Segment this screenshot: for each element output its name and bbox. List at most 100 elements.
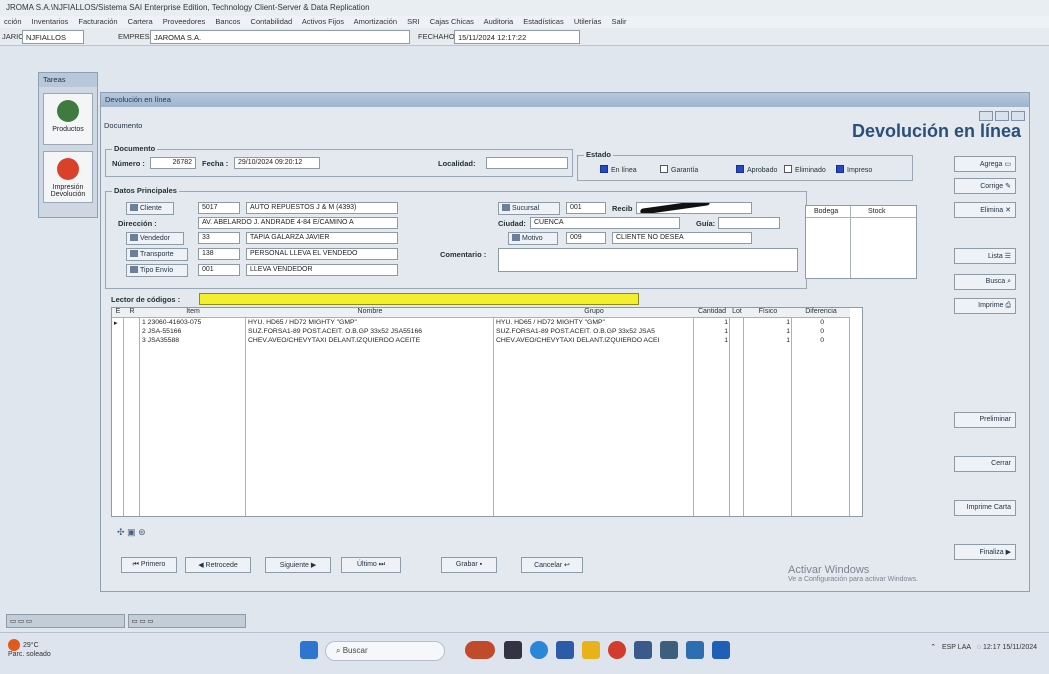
header-nombre[interactable]: Nombre [246, 308, 494, 318]
products-button[interactable]: Productos [43, 93, 93, 145]
header-e[interactable]: E [112, 308, 124, 318]
menu-item[interactable]: Contabilidad [251, 17, 293, 26]
menu-item[interactable]: Amortización [354, 17, 397, 26]
edit-row-icon[interactable]: ▣ [127, 527, 136, 537]
transporte-button[interactable]: Transporte [126, 248, 188, 261]
minimized-window[interactable]: ▭ ▭ ▭ [127, 614, 246, 628]
first-button[interactable]: ⏮ Primero [121, 557, 177, 573]
menu-item[interactable]: Auditoria [484, 17, 514, 26]
table-row-nombre[interactable]: SUZ.FORSA1-89 POST.ACEIT. O.B.GP 33x52 J… [248, 328, 492, 337]
last-button[interactable]: Último ⏭ [341, 557, 401, 573]
imprime-button[interactable]: Imprime ⎙ [954, 298, 1016, 314]
header-diferencia[interactable]: Diferencia [792, 308, 850, 318]
table-row-item[interactable]: 1 23060-41603-075 [142, 319, 246, 328]
system-tray[interactable]: ⌃ ESP LAA ◌ 12:17 15/11/2024 [930, 643, 1037, 651]
child-close-icon[interactable] [1011, 111, 1025, 121]
imprime-carta-button[interactable]: Imprime Carta [954, 500, 1016, 516]
motivo-code-field[interactable]: 009 [566, 232, 606, 244]
folder-icon[interactable] [582, 641, 600, 659]
menu-item[interactable]: Inventarios [32, 17, 69, 26]
busca-button[interactable]: Busca ⌕ [954, 274, 1016, 290]
header-item[interactable]: Item [140, 308, 246, 318]
tipo-envio-code-field[interactable]: 001 [198, 264, 240, 276]
store-icon[interactable] [556, 641, 574, 659]
app-icon[interactable] [634, 641, 652, 659]
tipo-envio-button[interactable]: Tipo Envío [126, 264, 188, 277]
menu-item[interactable]: Proveedores [163, 17, 206, 26]
child-restore-icon[interactable] [995, 111, 1009, 121]
table-row-item[interactable]: 3 JSA35588 [142, 337, 246, 346]
app-icon[interactable] [686, 641, 704, 659]
table-row-nombre[interactable]: CHEV.AVEO/CHEVYTAXI DELANT.IZQUIERDO ACE… [248, 337, 492, 346]
corrige-button[interactable]: Corrige ✎ [954, 178, 1016, 194]
taskbar-search[interactable]: ⌕ Buscar [325, 641, 445, 661]
menu-item[interactable]: SRI [407, 17, 420, 26]
elimina-button[interactable]: Elimina ✕ [954, 202, 1016, 218]
menu-item[interactable]: Estadísticas [523, 17, 563, 26]
add-row-icon[interactable]: ✣ [117, 527, 125, 537]
table-row-grupo[interactable]: CHEV.AVEO/CHEVYTAXI DELANT.IZQUIERDO ACE… [496, 337, 692, 346]
menu-item[interactable]: Salir [611, 17, 626, 26]
table-row-grupo[interactable]: SUZ.FORSA1-89 POST.ACEIT. O.B.GP 33x52 J… [496, 328, 692, 337]
menu-item[interactable]: Facturación [78, 17, 117, 26]
header-cantidad[interactable]: Cantidad [694, 308, 730, 318]
table-row-cantidad[interactable]: 1 [696, 337, 728, 346]
sucursal-button[interactable]: Sucursal [498, 202, 560, 215]
motivo-button[interactable]: Motivo [508, 232, 558, 245]
direccion-field[interactable]: AV. ABELARDO J. ANDRADE 4-84 E/CAMINO A [198, 217, 398, 229]
table-row-diferencia[interactable]: 0 [794, 328, 824, 337]
table-row-grupo[interactable]: HYU. HD65 / HD72 MIGHTY "GMP" [496, 319, 692, 328]
menu-item[interactable]: Cajas Chicas [430, 17, 474, 26]
chrome-icon[interactable] [608, 641, 626, 659]
cliente-button[interactable]: Cliente [126, 202, 174, 215]
edge-icon[interactable] [530, 641, 548, 659]
delete-row-icon[interactable]: ⊛ [138, 527, 146, 537]
garantia-checkbox[interactable]: Garantía [660, 165, 698, 174]
preliminar-button[interactable]: Preliminar [954, 412, 1016, 428]
eliminado-checkbox[interactable]: Eliminado [784, 165, 826, 174]
widget-icon[interactable] [465, 641, 495, 659]
recibe-field[interactable] [636, 202, 752, 214]
header-r[interactable]: R [124, 308, 140, 318]
cerrar-button[interactable]: Cerrar [954, 456, 1016, 472]
transporte-code-field[interactable]: 138 [198, 248, 240, 260]
header-fisico[interactable]: Físico [744, 308, 792, 318]
guia-field[interactable] [718, 217, 780, 229]
next-button[interactable]: Siguiente ▶ [265, 557, 331, 573]
barcode-scanner-input[interactable] [199, 293, 639, 305]
menu-item[interactable]: Utilerías [574, 17, 602, 26]
ciudad-field[interactable]: CUENCA [530, 217, 680, 229]
weather-widget[interactable]: 29°C Parc. soleado [8, 639, 51, 658]
print-return-button[interactable]: Impresión Devolución [43, 151, 93, 203]
back-button[interactable]: ◀ Retrocede [185, 557, 251, 573]
menu-item[interactable]: Cartera [128, 17, 153, 26]
impreso-checkbox[interactable]: Impreso [836, 165, 872, 174]
fecha-field[interactable]: 29/10/2024 09:20:12 [234, 157, 320, 169]
finaliza-button[interactable]: Finaliza ▶ [954, 544, 1016, 560]
header-grupo[interactable]: Grupo [494, 308, 694, 318]
vendedor-code-field[interactable]: 33 [198, 232, 240, 244]
lista-button[interactable]: Lista ☰ [954, 248, 1016, 264]
menu-item[interactable]: Activos Fijos [302, 17, 344, 26]
en-linea-checkbox[interactable]: En línea [600, 165, 637, 174]
aprobado-checkbox[interactable]: Aprobado [736, 165, 777, 174]
table-row-diferencia[interactable]: 0 [794, 319, 824, 328]
header-lot[interactable]: Lot [730, 308, 744, 318]
table-row-fisico[interactable]: 1 [746, 337, 790, 346]
chevron-up-icon[interactable]: ⌃ [930, 644, 936, 651]
table-row-nombre[interactable]: HYU. HD65 / HD72 MIGHTY "GMP" [248, 319, 492, 328]
table-row-fisico[interactable]: 1 [746, 328, 790, 337]
save-button[interactable]: Grabar ▪ [441, 557, 497, 573]
app-icon[interactable] [660, 641, 678, 659]
vendedor-button[interactable]: Vendedor [126, 232, 184, 245]
sucursal-code-field[interactable]: 001 [566, 202, 606, 214]
cancel-button[interactable]: Cancelar ↩ [521, 557, 583, 573]
comentario-field[interactable] [498, 248, 798, 272]
cliente-code-field[interactable]: 5017 [198, 202, 240, 214]
numero-field[interactable]: 26782 [150, 157, 196, 169]
table-row-cantidad[interactable]: 1 [696, 319, 728, 328]
menu-item[interactable]: Bancos [215, 17, 240, 26]
child-minimize-icon[interactable] [979, 111, 993, 121]
localidad-field[interactable] [486, 157, 568, 169]
table-row-fisico[interactable]: 1 [746, 319, 790, 328]
